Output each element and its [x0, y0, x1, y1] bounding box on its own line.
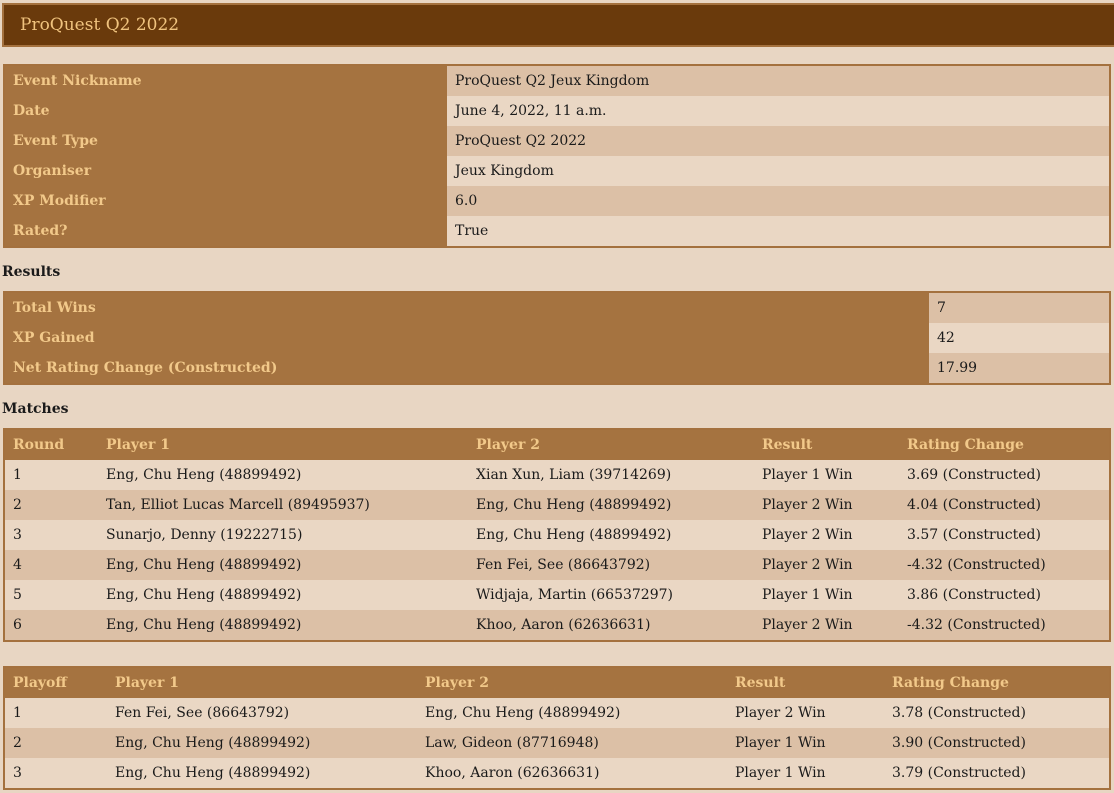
results-row: XP Gained 42 — [4, 323, 1110, 353]
playoffs-cell: Eng, Chu Heng (48899492) — [417, 698, 727, 728]
event-info-row: Organiser Jeux Kingdom — [4, 156, 1110, 186]
event-info-label: XP Modifier — [4, 186, 447, 216]
matches-cell: 6 — [4, 610, 98, 641]
results-value: 42 — [929, 323, 1110, 353]
playoffs-column-header: Player 1 — [107, 667, 417, 698]
matches-cell: Xian Xun, Liam (39714269) — [468, 460, 754, 490]
playoffs-cell: 2 — [4, 728, 107, 758]
matches-cell: -4.32 (Constructed) — [899, 550, 1110, 580]
table-row: 1 Eng, Chu Heng (48899492) Xian Xun, Liam … — [4, 460, 1110, 490]
event-info-value: Jeux Kingdom — [447, 156, 1110, 186]
matches-cell: Eng, Chu Heng (48899492) — [98, 580, 468, 610]
playoffs-column-header: Player 2 — [417, 667, 727, 698]
results-label: Total Wins — [4, 292, 929, 323]
results-row: Total Wins 7 — [4, 292, 1110, 323]
matches-cell: Player 2 Win — [754, 520, 899, 550]
matches-cell: Khoo, Aaron (62636631) — [468, 610, 754, 641]
matches-cell: 3.69 (Constructed) — [899, 460, 1110, 490]
matches-column-header: Player 1 — [98, 429, 468, 460]
matches-column-header: Round — [4, 429, 98, 460]
playoffs-cell: 3.79 (Constructed) — [884, 758, 1110, 789]
matches-table: Round Player 1 Player 2 Result Rating Change… — [3, 428, 1111, 642]
matches-cell: -4.32 (Constructed) — [899, 610, 1110, 641]
event-info-label: Date — [4, 96, 447, 126]
matches-cell: 3.86 (Constructed) — [899, 580, 1110, 610]
playoffs-cell: 3 — [4, 758, 107, 789]
table-row: 2 Eng, Chu Heng (48899492) Law, Gideon (87… — [4, 728, 1110, 758]
playoffs-cell: Player 1 Win — [727, 728, 884, 758]
matches-cell: Eng, Chu Heng (48899492) — [468, 490, 754, 520]
playoffs-cell: 3.78 (Constructed) — [884, 698, 1110, 728]
matches-cell: Sunarjo, Denny (19222715) — [98, 520, 468, 550]
playoffs-cell: Eng, Chu Heng (48899492) — [107, 728, 417, 758]
playoffs-cell: Eng, Chu Heng (48899492) — [107, 758, 417, 789]
matches-cell: 4 — [4, 550, 98, 580]
playoffs-cell: 3.90 (Constructed) — [884, 728, 1110, 758]
matches-cell: Player 2 Win — [754, 610, 899, 641]
playoffs-cell: 1 — [4, 698, 107, 728]
playoffs-column-header: Playoff — [4, 667, 107, 698]
table-row: 4 Eng, Chu Heng (48899492) Fen Fei, See (8… — [4, 550, 1110, 580]
table-row: 1 Fen Fei, See (86643792) Eng, Chu Heng (4… — [4, 698, 1110, 728]
matches-column-header: Rating Change — [899, 429, 1110, 460]
event-info-value: 6.0 — [447, 186, 1110, 216]
playoffs-cell: Player 1 Win — [727, 758, 884, 789]
matches-cell: Widjaja, Martin (66537297) — [468, 580, 754, 610]
event-info-row: Rated? True — [4, 216, 1110, 247]
event-info-table: Event Nickname ProQuest Q2 Jeux Kingdom Da… — [3, 64, 1111, 248]
playoffs-column-header: Rating Change — [884, 667, 1110, 698]
table-row: 6 Eng, Chu Heng (48899492) Khoo, Aaron (62… — [4, 610, 1110, 641]
event-info-value: June 4, 2022, 11 a.m. — [447, 96, 1110, 126]
matches-cell: Eng, Chu Heng (48899492) — [98, 460, 468, 490]
event-info-label: Event Nickname — [4, 65, 447, 96]
results-table: Total Wins 7 XP Gained 42 Net Rating Change … — [3, 291, 1111, 385]
matches-cell: Player 1 Win — [754, 580, 899, 610]
event-info-value: ProQuest Q2 2022 — [447, 126, 1110, 156]
event-info-label: Rated? — [4, 216, 447, 247]
event-info-label: Organiser — [4, 156, 447, 186]
results-value: 7 — [929, 292, 1110, 323]
table-row: 3 Sunarjo, Denny (19222715) Eng, Chu Heng … — [4, 520, 1110, 550]
playoffs-cell: Player 2 Win — [727, 698, 884, 728]
event-info-value: True — [447, 216, 1110, 247]
matches-cell: Eng, Chu Heng (48899492) — [98, 550, 468, 580]
results-value: 17.99 — [929, 353, 1110, 384]
matches-column-header: Player 2 — [468, 429, 754, 460]
matches-cell: Eng, Chu Heng (48899492) — [468, 520, 754, 550]
results-label: Net Rating Change (Constructed) — [4, 353, 929, 384]
matches-heading: Matches — [2, 401, 69, 417]
event-info-row: Event Type ProQuest Q2 2022 — [4, 126, 1110, 156]
matches-cell: Player 1 Win — [754, 460, 899, 490]
playoffs-cell: Khoo, Aaron (62636631) — [417, 758, 727, 789]
results-label: XP Gained — [4, 323, 929, 353]
matches-cell: Fen Fei, See (86643792) — [468, 550, 754, 580]
event-info-value: ProQuest Q2 Jeux Kingdom — [447, 65, 1110, 96]
matches-cell: Tan, Elliot Lucas Marcell (89495937) — [98, 490, 468, 520]
results-heading: Results — [2, 264, 61, 280]
matches-cell: 2 — [4, 490, 98, 520]
results-row: Net Rating Change (Constructed) 17.99 — [4, 353, 1110, 384]
matches-cell: 1 — [4, 460, 98, 490]
matches-cell: 5 — [4, 580, 98, 610]
matches-cell: 4.04 (Constructed) — [899, 490, 1110, 520]
playoffs-cell: Fen Fei, See (86643792) — [107, 698, 417, 728]
playoffs-table: Playoff Player 1 Player 2 Result Rating Chan… — [3, 666, 1111, 790]
table-row: 3 Eng, Chu Heng (48899492) Khoo, Aaron (62… — [4, 758, 1110, 789]
playoffs-cell: Law, Gideon (87716948) — [417, 728, 727, 758]
playoffs-column-header: Result — [727, 667, 884, 698]
table-row: 2 Tan, Elliot Lucas Marcell (89495937) Eng… — [4, 490, 1110, 520]
page-title: ProQuest Q2 2022 — [2, 3, 1114, 47]
event-info-label: Event Type — [4, 126, 447, 156]
event-info-row: XP Modifier 6.0 — [4, 186, 1110, 216]
matches-cell: Player 2 Win — [754, 490, 899, 520]
matches-cell: Eng, Chu Heng (48899492) — [98, 610, 468, 641]
matches-column-header: Result — [754, 429, 899, 460]
matches-cell: 3 — [4, 520, 98, 550]
table-row: 5 Eng, Chu Heng (48899492) Widjaja, Martin… — [4, 580, 1110, 610]
matches-cell: Player 2 Win — [754, 550, 899, 580]
event-info-row: Event Nickname ProQuest Q2 Jeux Kingdom — [4, 65, 1110, 96]
event-info-row: Date June 4, 2022, 11 a.m. — [4, 96, 1110, 126]
matches-cell: 3.57 (Constructed) — [899, 520, 1110, 550]
